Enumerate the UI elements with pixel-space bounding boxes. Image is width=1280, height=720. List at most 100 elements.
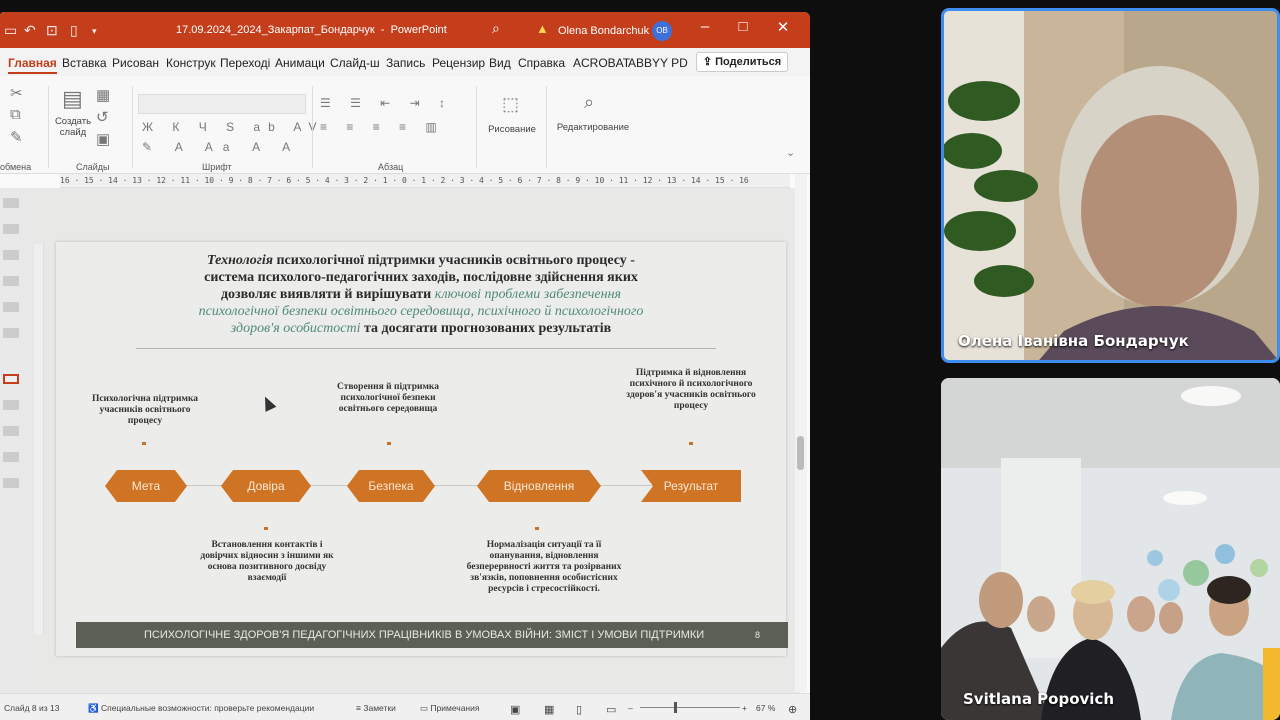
participant-name: Олена Іванівна Бондарчук [958,332,1189,350]
slide-thumbnail[interactable] [3,400,19,410]
tab-acrobat[interactable]: ACROBAT [573,56,630,70]
slide-thumbnail[interactable] [3,250,19,260]
comment-icon: ▭ [420,703,431,713]
zoom-slider[interactable] [640,707,740,708]
note-result: Підтримка й відновлення психічного й пси… [626,368,756,411]
slide-thumbnail[interactable] [3,224,19,234]
ribbon-tabs: Главная Вставка Рисован Конструк Переход… [0,48,810,76]
format-painter-icon[interactable]: ✎ [10,128,23,146]
video-feed [944,11,1277,360]
step-bezpeka[interactable]: Безпека [347,470,435,502]
video-feed [941,378,1280,720]
share-label: Поделиться [715,56,782,68]
slide-thumbnail[interactable] [3,276,19,286]
vertical-scrollbar[interactable] [795,174,807,692]
normal-view-icon[interactable]: ▣ [510,703,520,716]
zoom-in-button[interactable]: + [742,703,747,713]
collapse-ribbon-icon[interactable]: ⌄ [786,146,795,159]
video-tile-active-speaker[interactable]: Олена Іванівна Бондарчук [941,8,1280,363]
new-slide-button[interactable]: Создать слайд [52,116,94,138]
slide-editor: Технологія психологічної підтримки учасн… [0,188,800,693]
font-name-select[interactable] [138,94,306,114]
connector-tick [142,442,146,445]
scroll-thumb[interactable] [797,436,804,470]
tab-home[interactable]: Главная [8,56,57,74]
minimize-button[interactable]: – [690,18,720,35]
step-vidnovlennya[interactable]: Відновлення [477,470,601,502]
tab-review[interactable]: Рецензир [432,56,485,70]
slide-thumbnail[interactable] [3,478,19,488]
note-dovira: Встановлення контактів і довірчих віднос… [200,540,334,583]
find-icon[interactable]: ⌕ [584,92,594,113]
zoom-out-button[interactable]: – [628,703,633,713]
status-bar: Слайд 8 из 13 ♿ Специальные возможности:… [0,693,810,720]
new-slide-icon[interactable]: ▤ [62,86,83,112]
tab-transitions[interactable]: Переході [220,56,270,70]
layout-icon[interactable]: ▦ [96,86,110,104]
comments-button[interactable]: ▭ Примечания [420,703,479,714]
zoom-level[interactable]: 67 % [756,703,775,713]
slide-sorter-icon[interactable]: ▦ [544,703,554,716]
share-button[interactable]: ⇪ Поделиться [696,52,788,72]
font-color-icons[interactable]: ✎ A Aa A A [142,140,300,154]
undo-icon[interactable]: ↶ [24,22,36,39]
accessibility-status[interactable]: ♿ Специальные возможности: проверьте рек… [88,703,314,714]
tab-slideshow[interactable]: Слайд-ш [330,56,380,70]
reading-view-icon[interactable]: ▯ [576,703,582,716]
divider [312,86,313,168]
tab-help[interactable]: Справка [518,56,565,70]
tab-abbyy[interactable]: ABBYY PD [628,56,688,70]
font-format-icons[interactable]: Ж К Ч S ab AV [142,120,325,134]
section-icon[interactable]: ▣ [96,130,110,148]
editing-button[interactable]: Редактирование [548,122,638,133]
connector-tick [535,527,539,530]
step-result[interactable]: Результат [641,470,741,502]
drawing-button[interactable]: Рисование [482,124,542,135]
maximize-button[interactable]: □ [728,18,758,35]
cut-icon[interactable]: ✂ [10,84,23,102]
slide-thumbnail[interactable] [3,328,19,338]
slide-thumbnail-selected[interactable] [3,374,19,384]
warning-icon[interactable]: ▲ [536,21,549,36]
user-name[interactable]: Olena Bondarchuk [558,25,649,37]
close-button[interactable]: ✕ [768,18,798,36]
tab-animations[interactable]: Анимаци [275,56,325,70]
step-dovira[interactable]: Довіра [221,470,311,502]
tab-record[interactable]: Запись [386,56,425,70]
drawing-icon[interactable]: ⬚ [502,94,519,115]
fit-slide-icon[interactable]: ⊕ [788,703,797,716]
notes-button[interactable]: ≡ Заметки [356,703,396,713]
qat-chevron-icon[interactable]: ▾ [92,26,97,37]
avatar[interactable]: OB [652,21,672,41]
slide-thumbnail[interactable] [3,452,19,462]
accessibility-icon: ♿ [88,703,101,713]
zoom-slider-handle[interactable] [674,702,677,713]
tab-view[interactable]: Вид [489,56,511,70]
reset-icon[interactable]: ↺ [96,108,109,126]
present-icon[interactable]: ⊡ [46,22,58,39]
note-meta: Психологічна підтримка учасників освітнь… [91,394,199,426]
slide-canvas[interactable]: Технологія психологічної підтримки учасн… [56,242,788,656]
divider [132,86,133,168]
slide-number: 8 [754,630,760,640]
copy-icon[interactable]: ⧉ [10,106,21,123]
connector-tick [264,527,268,530]
tab-design[interactable]: Конструк [166,56,216,70]
save-icon[interactable]: ▭ [4,22,17,39]
slide-thumbnail[interactable] [3,302,19,312]
slide-footer: ПСИХОЛОГІЧНЕ ЗДОРОВ'Я ПЕДАГОГІЧНИХ ПРАЦІ… [76,622,788,648]
align-icons[interactable]: ≡ ≡ ≡ ≡ ▥ [320,120,445,134]
tab-insert[interactable]: Вставка [62,56,107,70]
connector-tick [387,442,391,445]
divider [48,86,49,168]
step-meta[interactable]: Мета [105,470,187,502]
footer-text: ПСИХОЛОГІЧНЕ ЗДОРОВ'Я ПЕДАГОГІЧНИХ ПРАЦІ… [144,629,705,641]
slideshow-icon[interactable]: ▭ [606,703,616,716]
search-icon[interactable]: ⌕ [492,20,500,37]
video-tile-room[interactable]: Svitlana Popovich [941,378,1280,720]
list-icons[interactable]: ☰ ☰ ⇤ ⇥ ↕ [320,96,453,110]
slide-thumbnail[interactable] [3,198,19,208]
tab-draw[interactable]: Рисован [112,56,159,70]
slide-thumbnail[interactable] [3,426,19,436]
new-file-icon[interactable]: ▯ [70,22,78,39]
